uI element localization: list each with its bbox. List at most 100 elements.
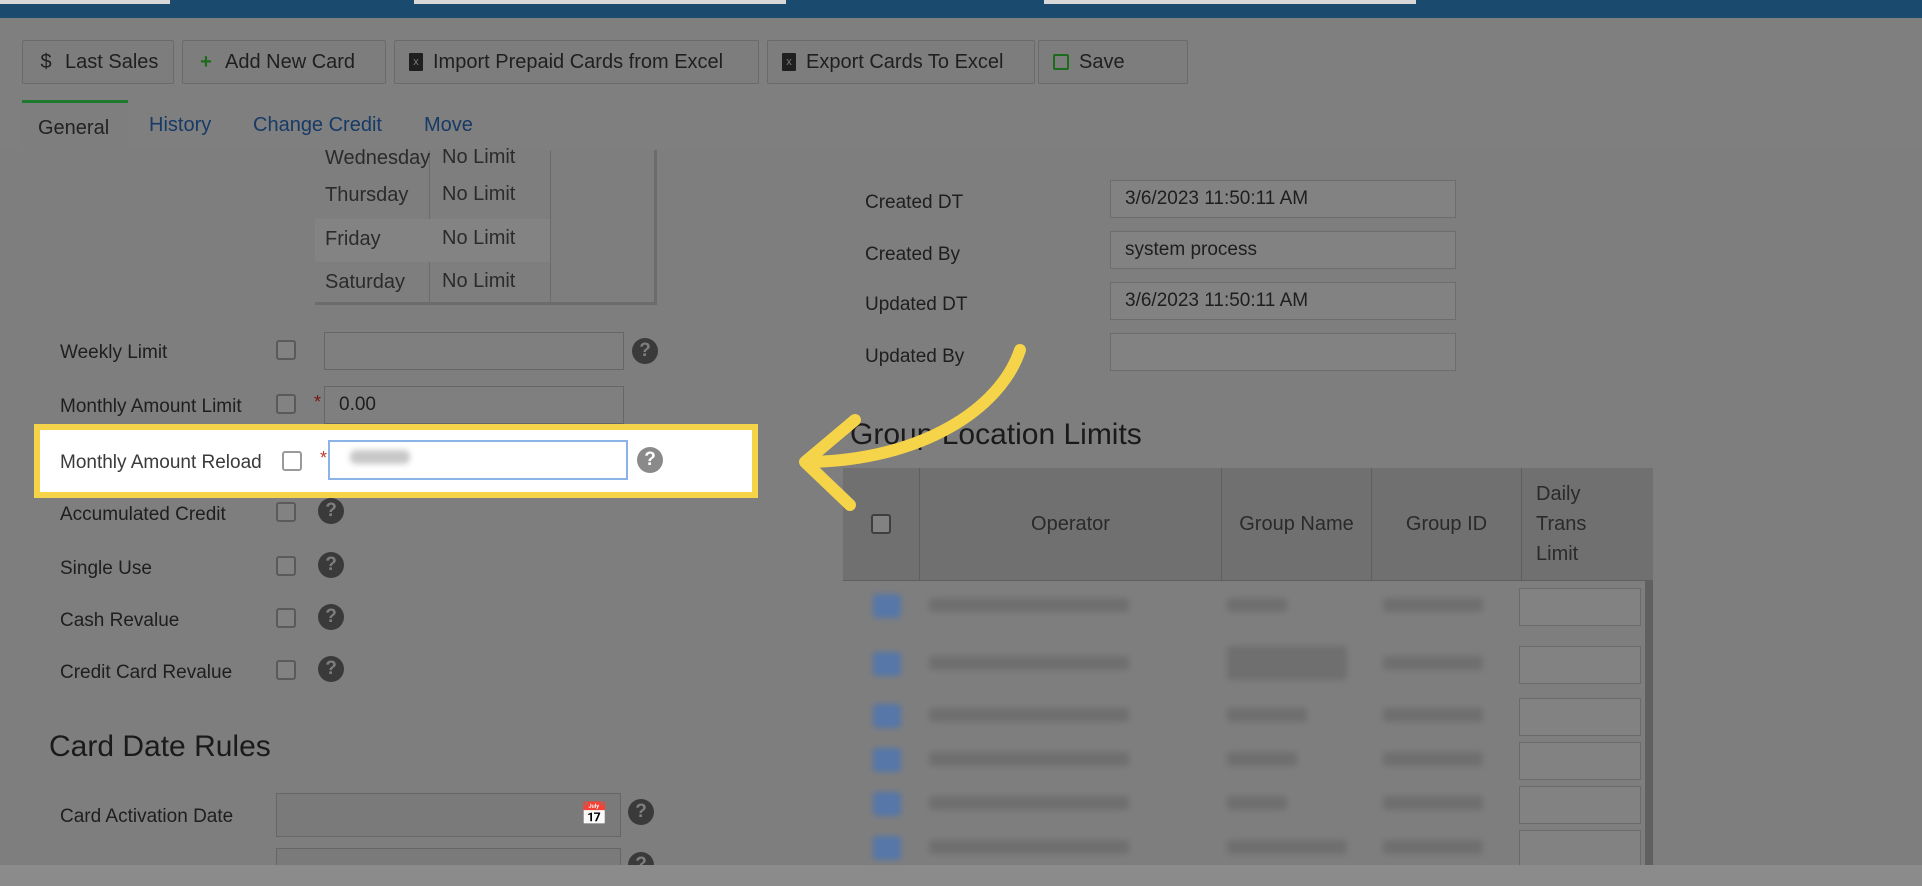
table-row[interactable] (843, 636, 1653, 694)
updated-dt-label: Updated DT (865, 294, 968, 315)
blurred-cell (1227, 708, 1307, 722)
daily-trans-limit-input[interactable] (1519, 786, 1641, 824)
blurred-cell (1227, 752, 1297, 766)
row-checkbox[interactable] (873, 792, 901, 816)
created-by-field: system process (1110, 231, 1456, 269)
created-dt-label: Created DT (865, 192, 964, 213)
monthly-amount-limit-input[interactable]: 0.00 (324, 386, 624, 424)
column-header-daily-trans-limit[interactable]: Daily Trans Limit (1521, 468, 1653, 580)
day-limit[interactable]: No Limit (442, 270, 515, 293)
last-sales-button[interactable]: $ Last Sales (22, 40, 174, 84)
daily-trans-limit-input[interactable] (1519, 588, 1641, 626)
day-name: Saturday (325, 271, 406, 293)
calendar-icon[interactable]: 📅 (581, 796, 608, 832)
monthly-amount-reload-label: Monthly Amount Reload (60, 452, 262, 473)
row-checkbox[interactable] (873, 748, 901, 772)
day-row: Thursday No Limit (315, 175, 550, 218)
blurred-cell (929, 656, 1129, 670)
blurred-cell (929, 708, 1129, 722)
created-by-label: Created By (865, 244, 961, 265)
row-checkbox[interactable] (873, 652, 901, 676)
day-name: Wednesday (325, 147, 431, 169)
blurred-cell (929, 796, 1129, 810)
top-nav-bar (0, 0, 1922, 18)
row-checkbox[interactable] (873, 836, 901, 860)
row-checkbox[interactable] (873, 704, 901, 728)
blurred-cell (929, 752, 1129, 766)
card-date-rules-title: Card Date Rules (49, 730, 271, 763)
accumulated-credit-label: Accumulated Credit (60, 504, 226, 525)
day-table-divider (550, 150, 551, 302)
tab-general[interactable]: General (22, 100, 128, 150)
grid-scrollbar[interactable] (1645, 580, 1653, 865)
daily-trans-limit-input[interactable] (1519, 830, 1641, 865)
help-icon[interactable]: ? (318, 604, 344, 630)
help-icon[interactable]: ? (318, 552, 344, 578)
day-row: Saturday No Limit (315, 262, 550, 305)
updated-by-label: Updated By (865, 346, 965, 367)
card-activation-date-label: Card Activation Date (60, 806, 234, 827)
card-activation-date-input[interactable]: 📅 (276, 793, 621, 837)
help-icon[interactable]: ? (632, 338, 658, 364)
help-icon[interactable]: ? (318, 656, 344, 682)
column-header-group-name[interactable]: Group Name (1221, 468, 1371, 580)
add-new-card-button[interactable]: + Add New Card (182, 40, 386, 84)
column-header-group-id[interactable]: Group ID (1371, 468, 1521, 580)
single-use-checkbox[interactable] (276, 556, 296, 576)
plus-icon: + (200, 50, 212, 73)
blurred-cell (1227, 840, 1347, 854)
table-row[interactable] (843, 738, 1653, 782)
day-row: Friday No Limit (315, 219, 550, 262)
daily-trans-limit-input[interactable] (1519, 646, 1641, 684)
column-header-label: Daily Trans Limit (1536, 483, 1587, 565)
import-prepaid-cards-button[interactable]: x Import Prepaid Cards from Excel (394, 40, 759, 84)
monthly-amount-reload-checkbox[interactable] (282, 451, 302, 471)
save-button[interactable]: Save (1038, 40, 1188, 84)
group-location-limits-grid: Operator Group Name Group ID Daily Trans… (843, 468, 1653, 865)
monthly-amount-reload-input[interactable] (328, 440, 628, 480)
toolbar: $ Last Sales + Add New Card x Import Pre… (0, 32, 1922, 90)
accumulated-credit-checkbox[interactable] (276, 502, 296, 522)
blurred-cell (929, 598, 1129, 612)
credit-card-revalue-label: Credit Card Revalue (60, 662, 233, 683)
daily-trans-limit-input[interactable] (1519, 742, 1641, 780)
top-nav-stub (0, 0, 170, 4)
blurred-cell (1227, 796, 1287, 810)
credit-card-revalue-checkbox[interactable] (276, 660, 296, 680)
row-checkbox[interactable] (873, 594, 901, 618)
table-row[interactable] (843, 580, 1653, 636)
card-expiration-date-input[interactable] (276, 848, 621, 865)
export-cards-button[interactable]: x Export Cards To Excel (767, 40, 1035, 84)
help-icon[interactable]: ? (628, 799, 654, 825)
tab-history[interactable]: History (149, 100, 211, 150)
save-icon (1053, 54, 1069, 70)
excel-file-icon: x (409, 53, 423, 71)
import-prepaid-label: Import Prepaid Cards from Excel (433, 50, 724, 73)
table-row[interactable] (843, 826, 1653, 865)
dollar-icon: $ (40, 50, 52, 73)
daily-limit-table: Wednesday No Limit Thursday No Limit Fri… (315, 146, 657, 305)
top-nav-stub (414, 0, 786, 4)
top-nav-stub (1044, 0, 1416, 4)
weekly-limit-input[interactable] (324, 332, 624, 370)
select-all-checkbox[interactable] (871, 514, 891, 534)
blurred-cell (1383, 752, 1483, 766)
help-icon[interactable]: ? (318, 498, 344, 524)
cash-revalue-checkbox[interactable] (276, 608, 296, 628)
table-row[interactable] (843, 782, 1653, 826)
column-header-operator[interactable]: Operator (919, 468, 1221, 580)
table-row[interactable] (843, 694, 1653, 738)
day-limit[interactable]: No Limit (442, 183, 515, 206)
monthly-amount-reload-highlight: Monthly Amount Reload * ? (34, 424, 758, 498)
day-name: Thursday (325, 184, 409, 206)
updated-dt-field: 3/6/2023 11:50:11 AM (1110, 282, 1456, 320)
monthly-amount-limit-label: Monthly Amount Limit (60, 396, 242, 417)
export-cards-label: Export Cards To Excel (806, 50, 1004, 73)
day-limit[interactable]: No Limit (442, 227, 515, 250)
select-all-cell (843, 468, 919, 580)
daily-trans-limit-input[interactable] (1519, 698, 1641, 736)
help-icon[interactable]: ? (637, 447, 663, 473)
day-limit[interactable]: No Limit (442, 146, 515, 169)
monthly-amount-limit-checkbox[interactable] (276, 394, 296, 414)
weekly-limit-checkbox[interactable] (276, 340, 296, 360)
